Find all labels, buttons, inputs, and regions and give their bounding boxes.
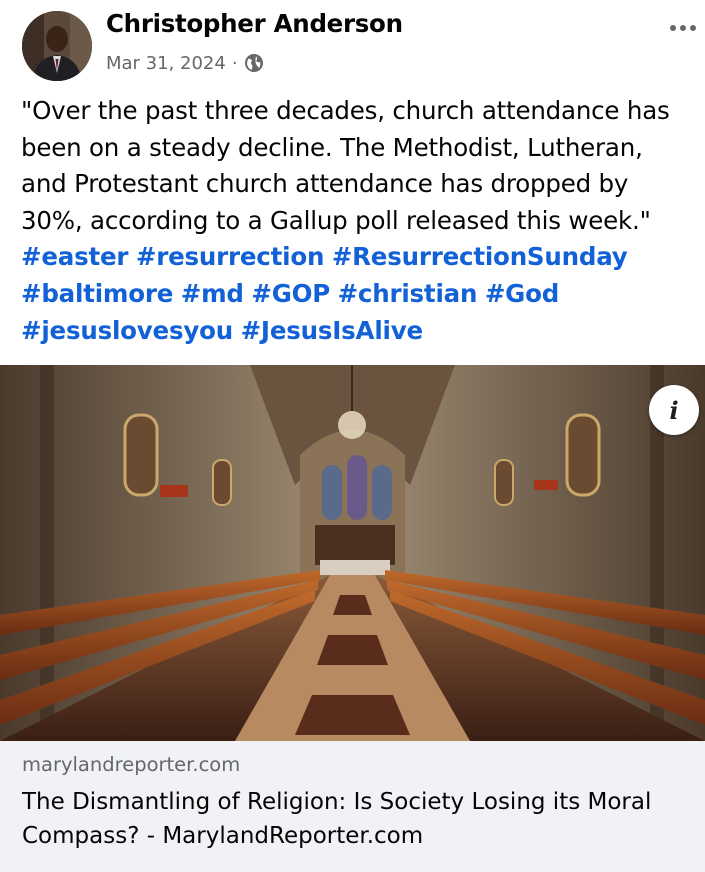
post-header: Christopher Anderson Mar 31, 2024 · [0, 0, 705, 90]
hashtag[interactable]: #God [485, 279, 559, 308]
more-options-icon[interactable] [665, 14, 701, 42]
info-glyph: i [669, 395, 679, 425]
hashtag[interactable]: #GOP [251, 279, 330, 308]
hashtag[interactable]: #easter [21, 242, 128, 271]
hashtag[interactable]: #baltimore [21, 279, 173, 308]
avatar-image [22, 11, 92, 81]
post-meta: Mar 31, 2024 · [106, 51, 264, 75]
link-title: The Dismantling of Religion: Is Society … [22, 789, 652, 849]
church-interior-image[interactable] [0, 365, 705, 741]
info-icon[interactable]: i [649, 385, 699, 435]
hashtag[interactable]: #md [181, 279, 244, 308]
link-meta[interactable]: marylandreporter.com The Dismantling of … [0, 741, 705, 872]
hashtag[interactable]: #ResurrectionSunday [332, 242, 628, 271]
post-text: "Over the past three decades, church att… [21, 93, 691, 349]
globe-icon[interactable] [244, 53, 264, 73]
post-date[interactable]: Mar 31, 2024 [106, 53, 226, 74]
meta-separator: · [231, 52, 238, 74]
link-preview-card[interactable]: i marylandreporter.com The Dismantling o… [0, 365, 705, 872]
post-body: "Over the past three decades, church att… [21, 96, 670, 235]
avatar[interactable] [22, 11, 92, 81]
author-name[interactable]: Christopher Anderson [106, 9, 403, 38]
hashtag[interactable]: #jesuslovesyou [21, 316, 233, 345]
hashtag[interactable]: #JesusIsAlive [241, 316, 424, 345]
link-domain: marylandreporter.com [22, 753, 241, 776]
hashtag[interactable]: #resurrection [136, 242, 325, 271]
hashtag[interactable]: #christian [338, 279, 478, 308]
